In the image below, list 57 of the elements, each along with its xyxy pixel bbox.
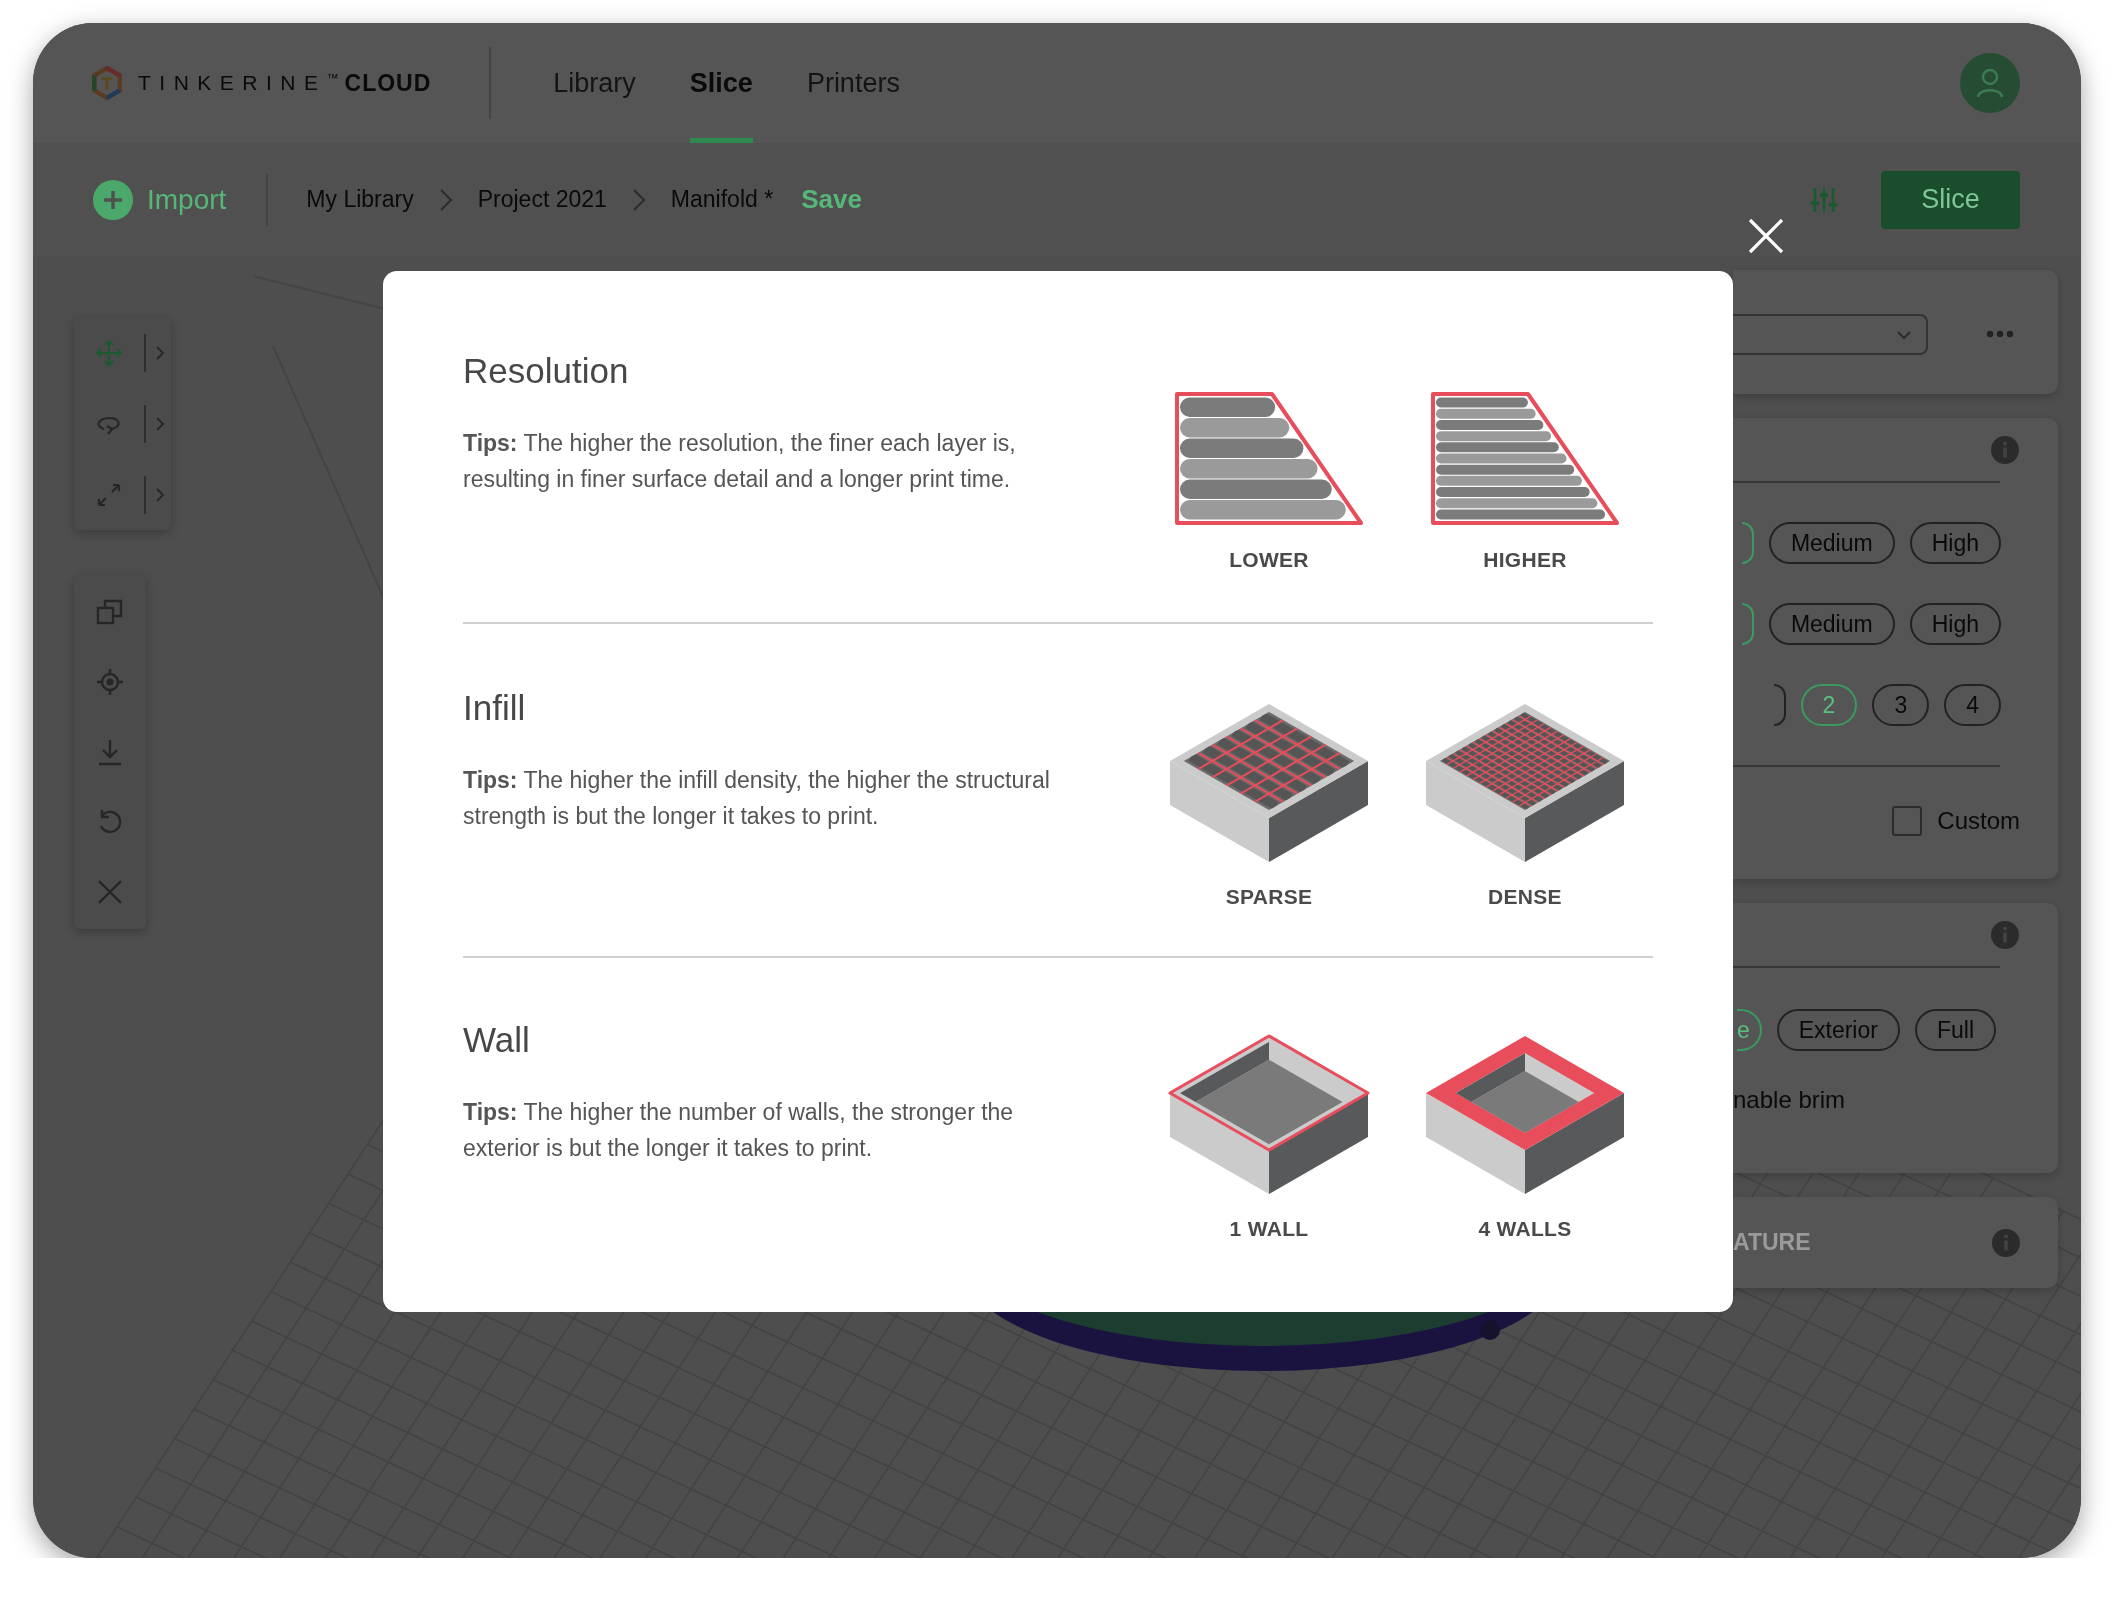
brim-label: nable brim xyxy=(1733,1086,1847,1114)
chevron-icon[interactable] xyxy=(154,486,165,503)
logo-icon xyxy=(90,66,124,100)
target-icon[interactable] xyxy=(95,667,125,697)
section-title: Infill xyxy=(463,688,527,728)
avatar-icon[interactable] xyxy=(1960,53,2020,113)
section-title: Wall xyxy=(463,1020,531,1060)
profile-dropdown[interactable] xyxy=(1733,314,1928,355)
section-heading: ATURE xyxy=(1733,1229,1811,1256)
option-pill[interactable] xyxy=(1773,684,1786,726)
chevron-icon xyxy=(438,187,453,212)
plus-icon xyxy=(93,179,133,220)
figure-caption: HIGHER xyxy=(1483,548,1567,572)
more-icon[interactable] xyxy=(1986,330,2014,338)
section-title: Resolution xyxy=(463,351,630,391)
breadcrumb-link[interactable]: My Library xyxy=(306,186,414,213)
breadcrumb-link[interactable]: Manifold * xyxy=(670,186,774,213)
info-icon[interactable] xyxy=(1992,1228,2020,1257)
brand-suffix: CLOUD xyxy=(344,69,432,97)
option-pill[interactable]: 3 xyxy=(1872,684,1930,726)
breadcrumb-link[interactable]: Project 2021 xyxy=(477,186,607,213)
tip-text: Tips: The higher the infill density, the higher the structural strength is but the longer it takes to print. xyxy=(463,766,1051,831)
figure-caption: DENSE xyxy=(1488,885,1562,909)
slice-button[interactable]: Slice xyxy=(1881,170,2020,229)
figure-caption: 4 WALLS xyxy=(1478,1217,1572,1241)
figure-caption: LOWER xyxy=(1229,548,1309,572)
option-pill[interactable] xyxy=(1741,522,1754,564)
nav-tab[interactable]: Printers xyxy=(806,23,900,143)
figure-caption: SPARSE xyxy=(1225,885,1313,909)
option-pill[interactable]: e xyxy=(1736,1009,1762,1051)
move-icon[interactable] xyxy=(94,337,124,368)
option-pill[interactable]: Full xyxy=(1914,1009,1996,1051)
chevron-icon[interactable] xyxy=(154,415,165,432)
caret-icon xyxy=(1896,329,1912,340)
info-icon[interactable] xyxy=(1991,435,2019,464)
import-button[interactable]: Import xyxy=(93,179,227,220)
option-pill[interactable] xyxy=(1741,603,1754,645)
option-pill[interactable]: 2 xyxy=(1800,684,1858,726)
option-pill[interactable]: Medium xyxy=(1768,603,1895,645)
nav-tab[interactable]: Library xyxy=(553,23,636,143)
info-icon[interactable] xyxy=(1991,920,2019,949)
brand-wordmark: TINKERINE$^{™}$ xyxy=(138,71,339,95)
option-pill[interactable]: High xyxy=(1909,522,2001,564)
tip-text: Tips: The higher the resolution, the finer each layer is, resulting in finer surface detail and a longer print time. xyxy=(463,429,1017,494)
chevron-icon xyxy=(631,187,646,212)
duplicate-icon[interactable] xyxy=(95,597,125,627)
chevron-icon[interactable] xyxy=(154,344,165,361)
save-link[interactable]: Save xyxy=(801,184,862,215)
tip-text: Tips: The higher the number of walls, the stronger the exterior is but the longer it takes to print. xyxy=(463,1098,1015,1163)
option-pill[interactable]: Exterior xyxy=(1776,1009,1900,1051)
option-pill[interactable]: Medium xyxy=(1768,522,1895,564)
checkbox[interactable] xyxy=(1892,806,1923,836)
close-icon[interactable] xyxy=(1746,216,1786,256)
option-pill[interactable]: High xyxy=(1909,603,2001,645)
option-pill[interactable]: 4 xyxy=(1944,684,2001,726)
figure-caption: 1 WALL xyxy=(1229,1217,1309,1241)
checkbox-label: Custom xyxy=(1937,807,2020,835)
